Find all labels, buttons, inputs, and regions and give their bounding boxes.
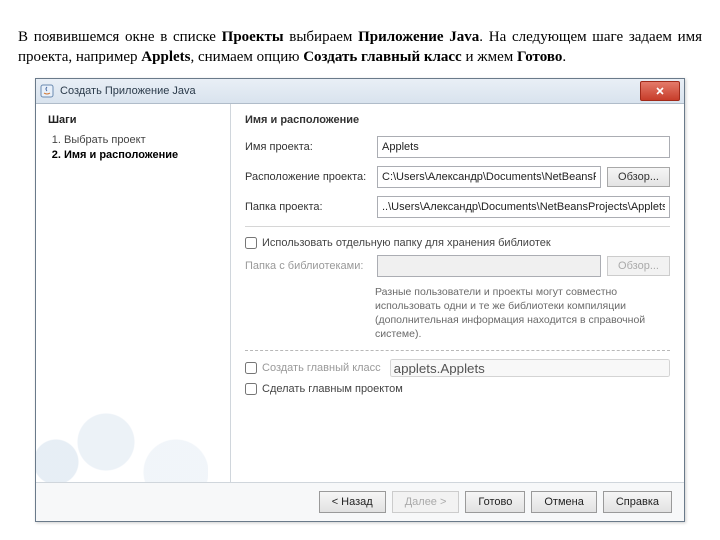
- separator: [245, 226, 670, 227]
- project-folder-label: Папка проекта:: [245, 201, 371, 213]
- titlebar: Создать Приложение Java: [36, 79, 684, 104]
- instruction-text: В появившемся окне в списке Проекты выби…: [18, 27, 702, 68]
- lib-folder-label: Папка с библиотеками:: [245, 260, 371, 272]
- steps-heading: Шаги: [48, 114, 220, 126]
- close-button[interactable]: [640, 81, 680, 101]
- help-button[interactable]: Справка: [603, 491, 672, 513]
- panel-heading: Имя и расположение: [245, 114, 670, 126]
- close-icon: [655, 86, 665, 96]
- project-folder-input[interactable]: [377, 196, 670, 218]
- lib-folder-input: [377, 255, 601, 277]
- browse-lib-button: Обзор...: [607, 256, 670, 276]
- step-2: Имя и расположение: [64, 149, 220, 161]
- create-main-class-label: Создать главный класс: [262, 362, 381, 374]
- set-main-project-label: Сделать главным проектом: [262, 383, 403, 395]
- decorative-bubbles: [36, 402, 208, 482]
- form-panel: Имя и расположение Имя проекта: Располож…: [231, 104, 684, 482]
- step-1: Выбрать проект: [64, 134, 220, 146]
- steps-panel: Шаги Выбрать проект Имя и расположение: [36, 104, 231, 482]
- dialog-title: Создать Приложение Java: [60, 85, 640, 97]
- dotted-separator: [245, 349, 670, 351]
- lib-hint-text: Разные пользователи и проекты могут совм…: [375, 285, 670, 342]
- use-dedicated-lib-checkbox[interactable]: [245, 237, 257, 249]
- java-icon: [40, 84, 54, 98]
- project-name-input[interactable]: [377, 136, 670, 158]
- use-dedicated-lib-label: Использовать отдельную папку для хранени…: [262, 237, 551, 249]
- project-location-input[interactable]: [377, 166, 601, 188]
- cancel-button[interactable]: Отмена: [531, 491, 596, 513]
- project-location-label: Расположение проекта:: [245, 171, 371, 183]
- project-name-label: Имя проекта:: [245, 141, 371, 153]
- main-class-input: [390, 359, 670, 377]
- button-bar: < Назад Далее > Готово Отмена Справка: [36, 482, 684, 521]
- back-button[interactable]: < Назад: [319, 491, 386, 513]
- browse-location-button[interactable]: Обзор...: [607, 167, 670, 187]
- next-button: Далее >: [392, 491, 460, 513]
- finish-button[interactable]: Готово: [465, 491, 525, 513]
- wizard-dialog: Создать Приложение Java Шаги Выбрать про…: [35, 78, 685, 522]
- create-main-class-checkbox[interactable]: [245, 362, 257, 374]
- set-main-project-checkbox[interactable]: [245, 383, 257, 395]
